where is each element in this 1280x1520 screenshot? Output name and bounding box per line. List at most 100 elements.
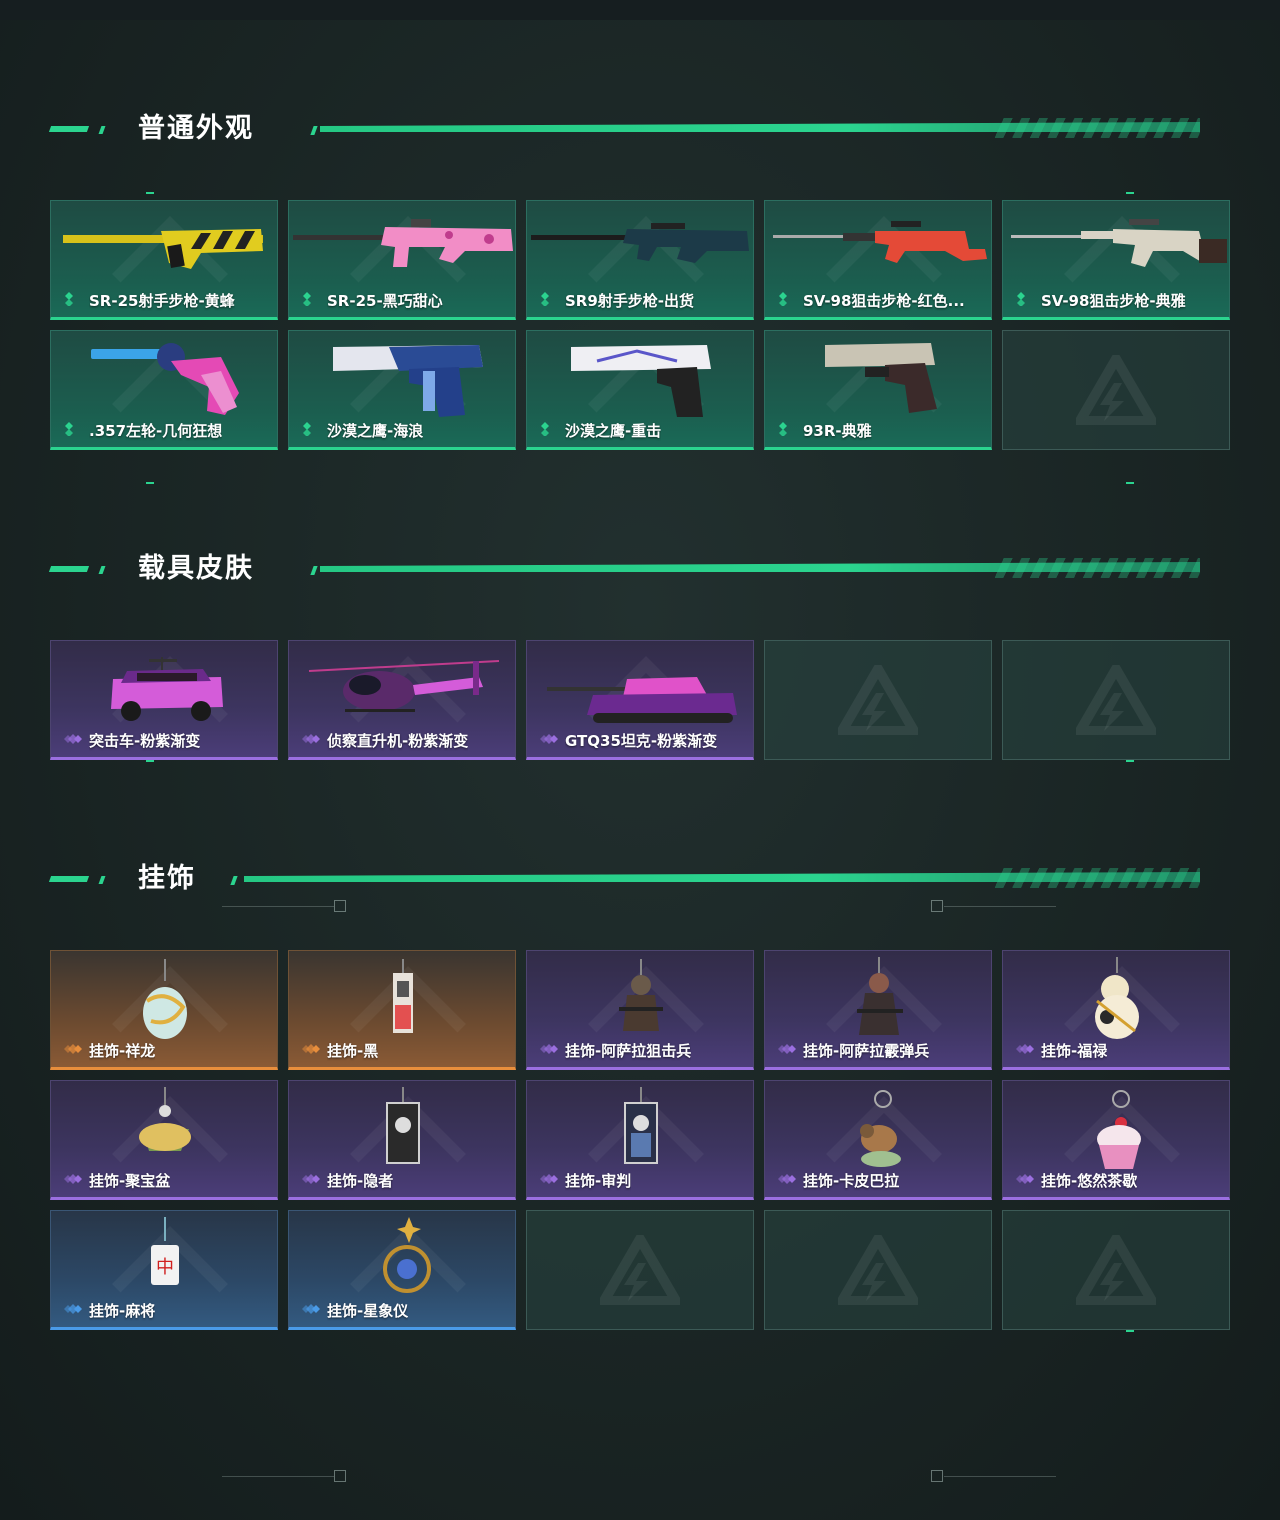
item-card[interactable]: 沙漠之鹰-海浪	[288, 330, 516, 450]
corner-marker	[1126, 192, 1134, 194]
header-dash	[98, 126, 106, 134]
item-card[interactable]: 挂饰-星象仪	[288, 1210, 516, 1330]
item-name: SR9射手步枪-出货	[565, 292, 695, 310]
item-card[interactable]: SV-98狙击步枪-典雅	[1002, 200, 1230, 320]
section-header: 普通外观	[0, 112, 1280, 152]
header-tick	[310, 566, 318, 575]
item-label: 挂饰-黑	[301, 1040, 378, 1061]
item-card[interactable]: 挂饰-卡皮巴拉	[764, 1080, 992, 1200]
placeholder-logo-icon	[1071, 659, 1161, 736]
item-card[interactable]: 挂饰-悠然茶歇	[1002, 1080, 1230, 1200]
item-card[interactable]: SV-98狙击步枪-红色...	[764, 200, 992, 320]
item-label: 93R-典雅	[777, 420, 872, 441]
section-title: 载具皮肤	[138, 553, 254, 584]
rarity-icon	[63, 421, 89, 440]
rarity-icon	[539, 732, 565, 750]
item-card[interactable]: 挂饰-黑	[288, 950, 516, 1070]
empty-slot	[764, 1210, 992, 1330]
item-name: 突击车-粉紫渐变	[89, 732, 201, 750]
section-normal-skins: 普通外观 SR-25射手步枪-黄蜂 SR-25-黑巧甜心 SR9射手步枪-出货 SV-…	[0, 112, 1280, 492]
rarity-icon	[539, 1042, 565, 1060]
rarity-icon	[301, 291, 327, 310]
item-name: 侦察直升机-粉紫渐变	[327, 732, 469, 750]
rarity-icon	[301, 1172, 327, 1190]
rarity-icon	[301, 732, 327, 750]
rarity-icon	[539, 421, 565, 440]
item-card[interactable]: SR-25射手步枪-黄蜂	[50, 200, 278, 320]
item-card[interactable]: 挂饰-阿萨拉狙击兵	[526, 950, 754, 1070]
item-label: .357左轮-几何狂想	[63, 420, 222, 441]
item-card[interactable]: 沙漠之鹰-重击	[526, 330, 754, 450]
section-title: 普通外观	[138, 113, 254, 144]
section-vehicle-skins: 载具皮肤 突击车-粉紫渐变 侦察直升机-粉紫渐变 GTQ35坦克-粉紫渐变	[0, 552, 1280, 772]
rarity-icon	[777, 1172, 803, 1190]
item-name: 挂饰-审判	[565, 1172, 632, 1190]
item-card[interactable]: 中挂饰-麻将	[50, 1210, 278, 1330]
item-name: 挂饰-祥龙	[89, 1042, 156, 1060]
item-label: SV-98狙击步枪-红色...	[777, 290, 965, 311]
item-card[interactable]: 93R-典雅	[764, 330, 992, 450]
empty-slot	[1002, 640, 1230, 760]
svg-text:中: 中	[156, 1257, 174, 1278]
item-name: 93R-典雅	[803, 422, 872, 440]
item-name: SR-25-黑巧甜心	[327, 292, 443, 310]
placeholder-logo-icon	[1071, 1229, 1161, 1306]
item-card[interactable]: 突击车-粉紫渐变	[50, 640, 278, 760]
item-name: 沙漠之鹰-海浪	[327, 422, 424, 440]
item-card[interactable]: .357左轮-几何狂想	[50, 330, 278, 450]
empty-slot	[764, 640, 992, 760]
item-card[interactable]: SR-25-黑巧甜心	[288, 200, 516, 320]
placeholder-logo-icon	[595, 1229, 685, 1306]
rarity-icon	[63, 1302, 89, 1320]
item-name: 挂饰-阿萨拉狙击兵	[565, 1042, 692, 1060]
hud-box	[931, 1470, 943, 1482]
item-card[interactable]: 挂饰-聚宝盆	[50, 1080, 278, 1200]
header-checker	[995, 868, 1200, 888]
item-card[interactable]: 挂饰-审判	[526, 1080, 754, 1200]
placeholder-logo-icon	[1071, 349, 1161, 426]
rarity-icon	[301, 1302, 327, 1320]
rarity-icon	[777, 1042, 803, 1060]
corner-marker	[146, 482, 154, 484]
rarity-icon	[63, 291, 89, 310]
top-bar	[0, 0, 1280, 20]
item-label: 挂饰-阿萨拉霰弹兵	[777, 1040, 929, 1061]
item-card[interactable]: 挂饰-祥龙	[50, 950, 278, 1070]
section-header: 载具皮肤	[0, 552, 1280, 592]
rarity-icon	[63, 732, 89, 750]
item-name: 挂饰-黑	[327, 1042, 379, 1060]
item-card[interactable]: 侦察直升机-粉紫渐变	[288, 640, 516, 760]
item-card[interactable]: 挂饰-福禄	[1002, 950, 1230, 1070]
item-label: SR-25射手步枪-黄蜂	[63, 290, 235, 311]
item-name: .357左轮-几何狂想	[89, 422, 223, 440]
item-label: 挂饰-阿萨拉狙击兵	[539, 1040, 691, 1061]
item-card[interactable]: SR9射手步枪-出货	[526, 200, 754, 320]
item-name: 挂饰-卡皮巴拉	[803, 1172, 900, 1190]
rarity-icon	[301, 421, 327, 440]
placeholder-logo-icon	[833, 659, 923, 736]
item-label: 挂饰-卡皮巴拉	[777, 1170, 899, 1191]
header-dash	[48, 876, 90, 882]
section-header: 挂饰	[0, 862, 1280, 902]
item-label: 挂饰-福禄	[1015, 1040, 1107, 1061]
item-card[interactable]: 挂饰-阿萨拉霰弹兵	[764, 950, 992, 1070]
corner-marker	[1126, 482, 1134, 484]
item-name: 挂饰-阿萨拉霰弹兵	[803, 1042, 930, 1060]
item-card[interactable]: 挂饰-隐者	[288, 1080, 516, 1200]
item-label: GTQ35坦克-粉紫渐变	[539, 730, 717, 751]
item-label: 挂饰-聚宝盆	[63, 1170, 170, 1191]
item-label: 挂饰-悠然茶歇	[1015, 1170, 1137, 1191]
item-name: 挂饰-星象仪	[327, 1302, 409, 1320]
item-label: 挂饰-隐者	[301, 1170, 393, 1191]
rarity-icon	[777, 291, 803, 310]
rarity-icon	[1015, 1042, 1041, 1060]
item-card[interactable]: GTQ35坦克-粉紫渐变	[526, 640, 754, 760]
corner-marker	[146, 192, 154, 194]
item-label: 沙漠之鹰-重击	[539, 420, 661, 441]
empty-slot	[1002, 330, 1230, 450]
item-label: 挂饰-星象仪	[301, 1300, 408, 1321]
item-name: 挂饰-隐者	[327, 1172, 394, 1190]
item-label: 挂饰-麻将	[63, 1300, 155, 1321]
header-dash	[48, 126, 90, 132]
header-checker	[995, 558, 1200, 578]
